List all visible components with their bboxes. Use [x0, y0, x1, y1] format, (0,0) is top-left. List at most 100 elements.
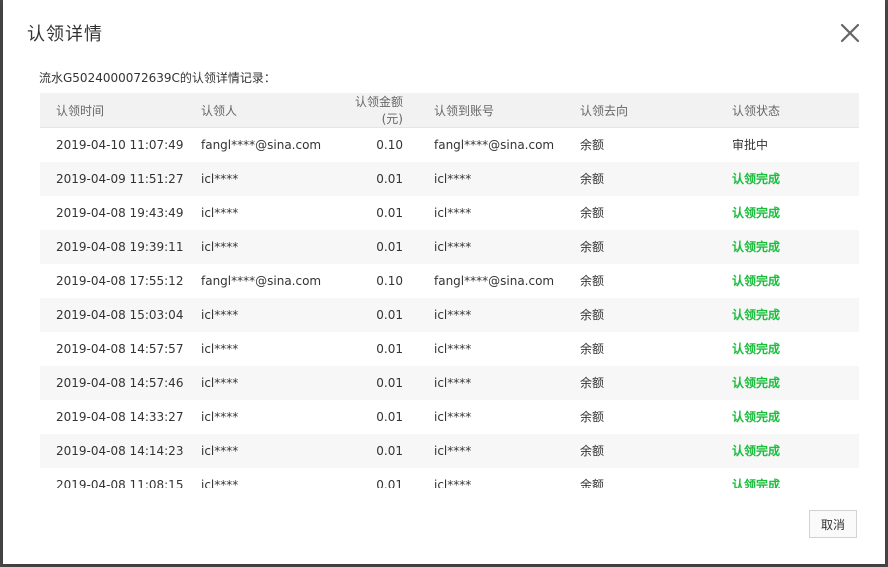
table-row: 2019-04-08 14:33:27 icl**** 0.01 icl**** 余额 认… [40, 400, 859, 434]
cell-spacer [403, 332, 434, 366]
cell-claimant: fangl****@sina.com [201, 273, 322, 288]
cell-claimant: icl**** [201, 171, 239, 186]
header-target-account: 认领到账号 [434, 93, 580, 128]
cell-status: 认领完成 [732, 240, 781, 254]
cell-claim-time: 2019-04-09 11:51:27 [56, 171, 184, 186]
close-icon [840, 23, 860, 43]
cell-claim-time: 2019-04-08 17:55:12 [56, 273, 184, 288]
record-caption: 流水G5024000072639C的认领详情记录： [39, 71, 276, 85]
table-row: 2019-04-08 19:43:49 icl**** 0.01 icl**** 余额 认… [40, 196, 859, 230]
cell-amount: 0.01 [376, 171, 403, 186]
cell-amount: 0.01 [376, 307, 403, 322]
cell-amount: 0.01 [376, 409, 403, 424]
cell-claimant: icl**** [201, 239, 239, 254]
cell-claimant: icl**** [201, 375, 239, 390]
cell-direction: 余额 [580, 342, 605, 356]
table-row: 2019-04-10 11:07:49 fangl****@sina.com 0.1… [40, 128, 859, 162]
cell-target-account: fangl****@sina.com [434, 137, 555, 152]
cell-claim-time: 2019-04-08 14:14:23 [56, 443, 184, 458]
cell-status: 审批中 [732, 138, 769, 153]
cell-target-account: icl**** [434, 171, 472, 186]
cell-spacer [403, 196, 434, 230]
cell-claimant: icl**** [201, 307, 239, 322]
cell-claim-time: 2019-04-08 11:08:15 [56, 477, 184, 489]
cell-direction: 余额 [580, 172, 605, 186]
cell-spacer [403, 162, 434, 196]
cell-status: 认领完成 [732, 478, 781, 488]
cell-claimant: icl**** [201, 341, 239, 356]
cell-status: 认领完成 [732, 308, 781, 322]
cell-target-account: icl**** [434, 205, 472, 220]
header-claim-time: 认领时间 [40, 93, 201, 128]
cell-direction: 余额 [580, 478, 605, 488]
close-button[interactable] [839, 22, 861, 44]
cell-status: 认领完成 [732, 410, 781, 424]
cell-amount: 0.01 [376, 443, 403, 458]
cell-claimant: icl**** [201, 205, 239, 220]
cell-spacer [403, 264, 434, 298]
claim-records-table-container[interactable]: 认领时间 认领人 认领金额(元) 认领到账号 认领去向 认领状态 2019-04… [40, 93, 859, 488]
table-row: 2019-04-08 19:39:11 icl**** 0.01 icl**** 余额 认… [40, 229, 859, 264]
cell-claim-time: 2019-04-08 19:43:49 [56, 205, 184, 220]
header-amount: 认领金额(元) [336, 93, 403, 128]
cell-direction: 余额 [580, 308, 605, 322]
header-spacer [403, 93, 434, 128]
cell-spacer [403, 298, 434, 332]
cell-direction: 余额 [580, 274, 605, 288]
cell-direction: 余额 [580, 206, 605, 220]
cell-amount: 0.01 [376, 375, 403, 390]
cell-status: 认领完成 [732, 444, 781, 458]
cell-status: 认领完成 [732, 206, 781, 220]
cell-direction: 余额 [580, 376, 605, 390]
cancel-button[interactable]: 取消 [809, 510, 857, 538]
cell-status: 认领完成 [732, 376, 781, 390]
cell-spacer [403, 366, 434, 400]
cell-target-account: icl**** [434, 375, 472, 390]
claim-details-modal: 认领详情 流水G5024000072639C的认领详情记录： 认领时间 认领人 [3, 0, 885, 564]
table-row: 2019-04-08 14:57:57 icl**** 0.01 icl**** 余额 认… [40, 332, 859, 366]
cell-target-account: icl**** [434, 307, 472, 322]
table-header-row: 认领时间 认领人 认领金额(元) 认领到账号 认领去向 认领状态 [40, 93, 859, 128]
cell-claimant: fangl****@sina.com [201, 137, 322, 152]
cell-amount: 0.10 [376, 137, 403, 152]
table-row: 2019-04-08 15:03:04 icl**** 0.01 icl**** 余额 认… [40, 297, 859, 332]
claim-records-table: 认领时间 认领人 认领金额(元) 认领到账号 认领去向 认领状态 2019-04… [40, 93, 859, 488]
cell-target-account: icl**** [434, 477, 472, 489]
cell-direction: 余额 [580, 240, 605, 254]
cell-amount: 0.01 [376, 341, 403, 356]
cell-target-account: icl**** [434, 443, 472, 458]
cell-direction: 余额 [580, 410, 605, 424]
cell-amount: 0.10 [376, 273, 403, 288]
header-claimant: 认领人 [201, 93, 336, 128]
cell-status: 认领完成 [732, 342, 781, 356]
header-direction: 认领去向 [580, 93, 732, 128]
cell-target-account: fangl****@sina.com [434, 273, 555, 288]
cell-direction: 余额 [580, 444, 605, 458]
cell-spacer [403, 468, 434, 489]
table-row: 2019-04-08 14:14:23 icl**** 0.01 icl**** 余额 认… [40, 433, 859, 468]
cell-status: 认领完成 [732, 172, 781, 186]
modal-title: 认领详情 [27, 24, 103, 45]
header-status: 认领状态 [732, 93, 859, 128]
cell-amount: 0.01 [376, 205, 403, 220]
cell-claim-time: 2019-04-08 15:03:04 [56, 307, 184, 322]
cell-amount: 0.01 [376, 239, 403, 254]
cell-target-account: icl**** [434, 409, 472, 424]
cell-target-account: icl**** [434, 239, 472, 254]
cell-spacer [403, 230, 434, 264]
table-row: 2019-04-09 11:51:27 icl**** 0.01 icl**** 余额 认… [40, 161, 859, 196]
table-row: 2019-04-08 11:08:15 icl**** 0.01 icl**** 余额 认… [40, 468, 859, 489]
cell-status: 认领完成 [732, 274, 781, 288]
cell-amount: 0.01 [376, 477, 403, 489]
cell-claim-time: 2019-04-08 14:57:57 [56, 341, 184, 356]
cell-spacer [403, 400, 434, 434]
cell-spacer [403, 434, 434, 468]
cell-claim-time: 2019-04-10 11:07:49 [56, 137, 184, 152]
cell-claimant: icl**** [201, 477, 239, 489]
table-row: 2019-04-08 14:57:46 icl**** 0.01 icl**** 余额 认… [40, 365, 859, 400]
cell-claimant: icl**** [201, 409, 239, 424]
cell-claim-time: 2019-04-08 19:39:11 [56, 239, 184, 254]
cell-claim-time: 2019-04-08 14:57:46 [56, 375, 184, 390]
table-row: 2019-04-08 17:55:12 fangl****@sina.com 0.1… [40, 264, 859, 298]
cell-spacer [403, 128, 434, 162]
